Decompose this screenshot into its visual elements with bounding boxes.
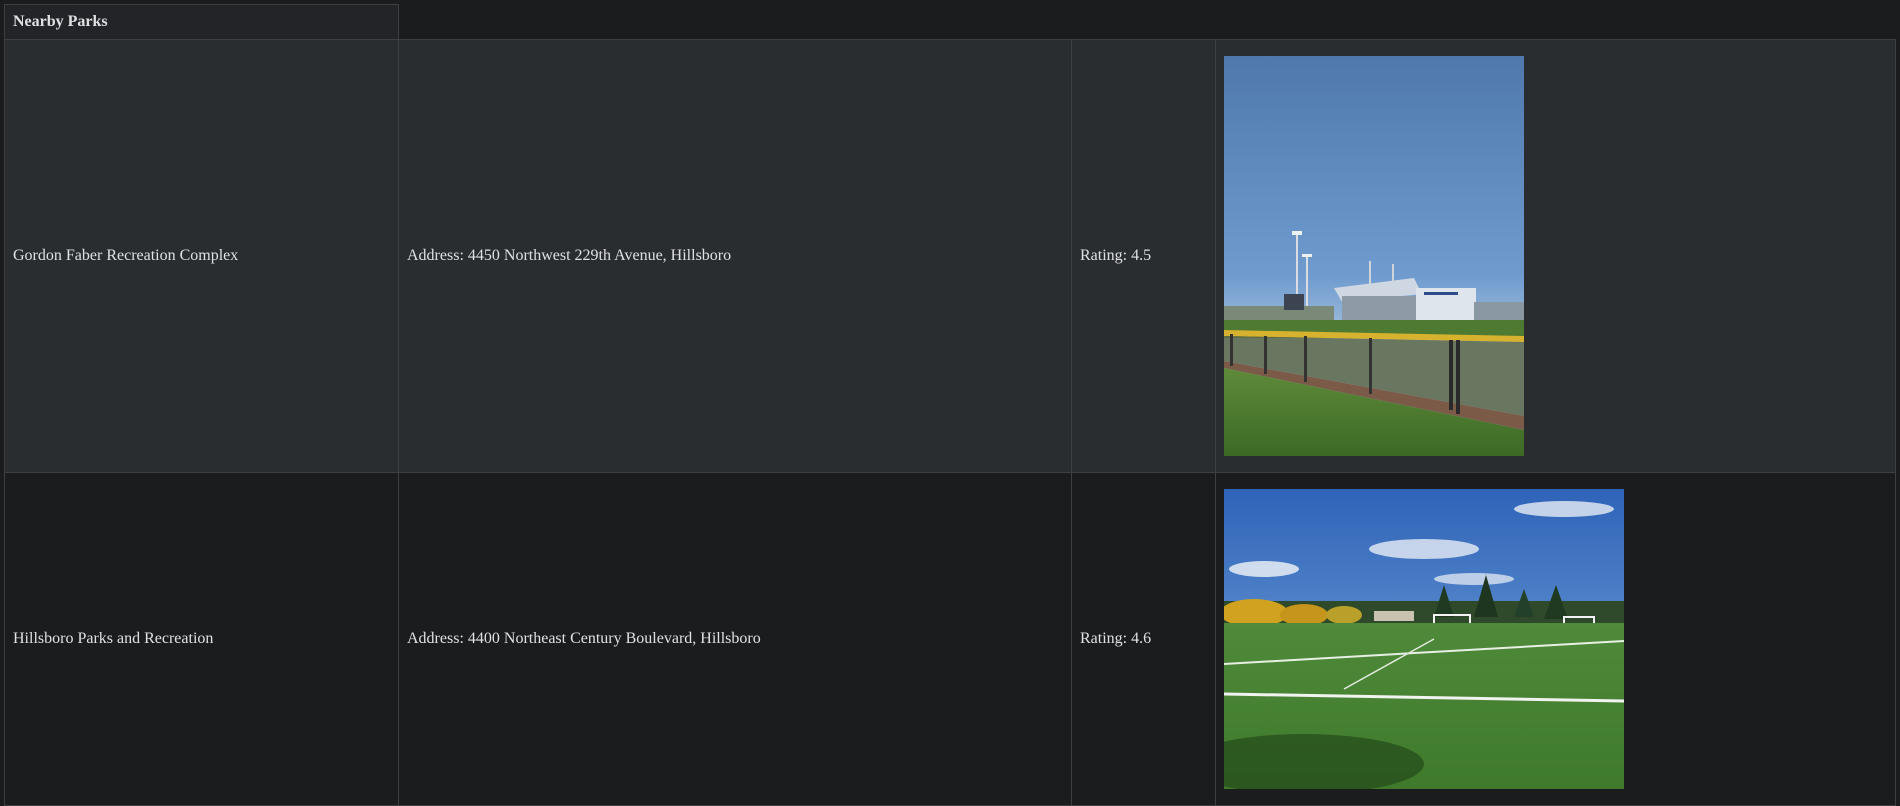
park-address: Address: 4400 Northeast Century Boulevar… — [398, 472, 1072, 806]
park-photo-cell — [1215, 39, 1896, 473]
park-name: Gordon Faber Recreation Complex — [4, 39, 399, 473]
park-rating: Rating: 4.6 — [1071, 472, 1216, 806]
table-row: Hillsboro Parks and Recreation Address: … — [4, 472, 1896, 806]
park-photo-cell — [1215, 472, 1896, 806]
table-title: Nearby Parks — [4, 4, 399, 40]
park-name: Hillsboro Parks and Recreation — [4, 472, 399, 806]
park-rating: Rating: 4.5 — [1071, 39, 1216, 473]
parks-table: Nearby Parks Gordon Faber Recreation Com… — [4, 4, 1896, 806]
header-spacer — [398, 4, 1896, 40]
park-address: Address: 4450 Northwest 229th Avenue, Hi… — [398, 39, 1072, 473]
soccer-field-photo — [1224, 489, 1624, 789]
table-row: Gordon Faber Recreation Complex Address:… — [4, 39, 1896, 473]
parks-table-wrapper: Nearby Parks Gordon Faber Recreation Com… — [4, 4, 1896, 806]
table-header-row: Nearby Parks — [4, 4, 1896, 40]
stadium-photo — [1224, 56, 1524, 456]
